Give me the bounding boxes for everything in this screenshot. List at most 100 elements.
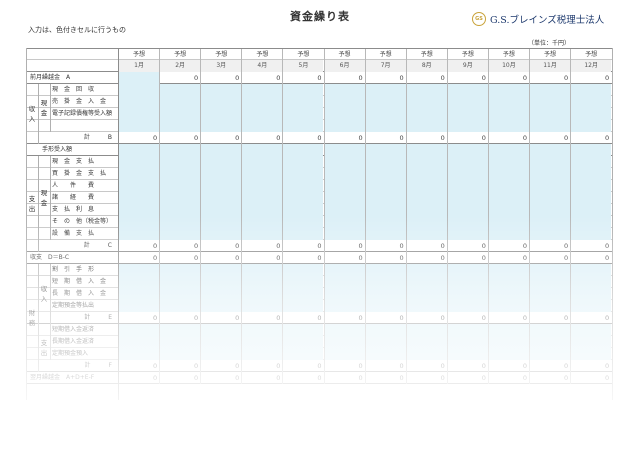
value-cell[interactable] (282, 156, 324, 168)
value-cell[interactable] (241, 264, 283, 276)
value-cell[interactable] (323, 216, 365, 228)
value-cell[interactable] (282, 300, 324, 312)
value-cell[interactable] (405, 288, 447, 300)
value-cell[interactable] (570, 348, 612, 360)
value-cell[interactable] (570, 156, 612, 168)
value-cell[interactable] (487, 204, 529, 216)
value-cell[interactable] (200, 192, 242, 204)
value-cell[interactable] (323, 264, 365, 276)
value-cell[interactable] (241, 204, 283, 216)
value-cell[interactable] (364, 180, 406, 192)
value-cell[interactable] (323, 324, 365, 336)
value-cell[interactable] (446, 168, 488, 180)
value-cell[interactable] (487, 168, 529, 180)
value-cell[interactable] (570, 168, 612, 180)
value-cell[interactable] (159, 168, 201, 180)
value-cell[interactable] (529, 264, 571, 276)
value-cell[interactable] (487, 216, 529, 228)
value-cell[interactable] (282, 264, 324, 276)
value-cell[interactable] (323, 192, 365, 204)
value-cell[interactable] (323, 204, 365, 216)
value-cell[interactable] (159, 180, 201, 192)
value-cell[interactable] (241, 336, 283, 348)
value-cell[interactable] (200, 180, 242, 192)
value-cell[interactable] (323, 108, 365, 120)
value-cell[interactable] (200, 84, 242, 96)
value-cell[interactable] (118, 192, 160, 204)
value-cell[interactable] (200, 168, 242, 180)
value-cell[interactable] (570, 264, 612, 276)
value-cell[interactable] (487, 336, 529, 348)
value-cell[interactable] (159, 156, 201, 168)
value-cell[interactable] (159, 324, 201, 336)
value-cell[interactable] (200, 324, 242, 336)
value-cell[interactable] (118, 228, 160, 240)
value-cell[interactable] (446, 216, 488, 228)
value-cell[interactable] (200, 300, 242, 312)
value-cell[interactable] (364, 96, 406, 108)
value-cell[interactable] (529, 96, 571, 108)
value-cell[interactable] (118, 324, 160, 336)
value-cell[interactable] (323, 84, 365, 96)
value-cell[interactable] (200, 156, 242, 168)
value-cell[interactable] (282, 288, 324, 300)
value-cell[interactable] (364, 228, 406, 240)
value-cell[interactable] (118, 348, 160, 360)
value-cell[interactable] (200, 96, 242, 108)
value-cell[interactable] (446, 264, 488, 276)
value-cell[interactable] (282, 348, 324, 360)
value-cell[interactable] (487, 300, 529, 312)
value-cell[interactable] (118, 144, 160, 156)
value-cell[interactable] (241, 192, 283, 204)
value-cell[interactable] (118, 108, 160, 120)
value-cell[interactable] (529, 228, 571, 240)
value-cell[interactable] (487, 156, 529, 168)
value-cell[interactable] (529, 300, 571, 312)
value-cell[interactable] (529, 168, 571, 180)
value-cell[interactable] (282, 204, 324, 216)
value-cell[interactable] (200, 228, 242, 240)
value-cell[interactable] (487, 120, 529, 132)
value-cell[interactable] (364, 276, 406, 288)
value-cell[interactable] (282, 108, 324, 120)
value-cell[interactable] (446, 156, 488, 168)
value-cell[interactable] (529, 120, 571, 132)
value-cell[interactable] (487, 288, 529, 300)
value-cell[interactable] (487, 324, 529, 336)
value-cell[interactable] (529, 156, 571, 168)
value-cell[interactable] (159, 192, 201, 204)
value-cell[interactable] (364, 204, 406, 216)
value-cell[interactable] (159, 288, 201, 300)
value-cell[interactable] (364, 336, 406, 348)
value-cell[interactable] (159, 84, 201, 96)
value-cell[interactable] (405, 84, 447, 96)
value-cell[interactable] (364, 168, 406, 180)
value-cell[interactable] (487, 144, 529, 156)
value-cell[interactable] (364, 120, 406, 132)
value-cell[interactable] (241, 120, 283, 132)
value-cell[interactable] (118, 276, 160, 288)
value-cell[interactable] (118, 288, 160, 300)
value-cell[interactable] (159, 96, 201, 108)
value-cell[interactable] (118, 156, 160, 168)
value-cell[interactable] (570, 336, 612, 348)
value-cell[interactable] (364, 264, 406, 276)
value-cell[interactable] (487, 108, 529, 120)
value-cell[interactable] (200, 144, 242, 156)
value-cell[interactable] (241, 108, 283, 120)
value-cell[interactable] (570, 84, 612, 96)
value-cell[interactable] (405, 192, 447, 204)
value-cell[interactable] (282, 84, 324, 96)
value-cell[interactable] (241, 276, 283, 288)
value-cell[interactable] (487, 180, 529, 192)
value-cell[interactable] (529, 336, 571, 348)
value-cell[interactable] (570, 324, 612, 336)
value-cell[interactable] (282, 192, 324, 204)
value-cell[interactable] (282, 336, 324, 348)
value-cell[interactable] (364, 300, 406, 312)
value-cell[interactable] (446, 276, 488, 288)
value-cell[interactable] (446, 144, 488, 156)
value-cell[interactable] (405, 348, 447, 360)
value-cell[interactable] (364, 192, 406, 204)
value-cell[interactable] (570, 144, 612, 156)
